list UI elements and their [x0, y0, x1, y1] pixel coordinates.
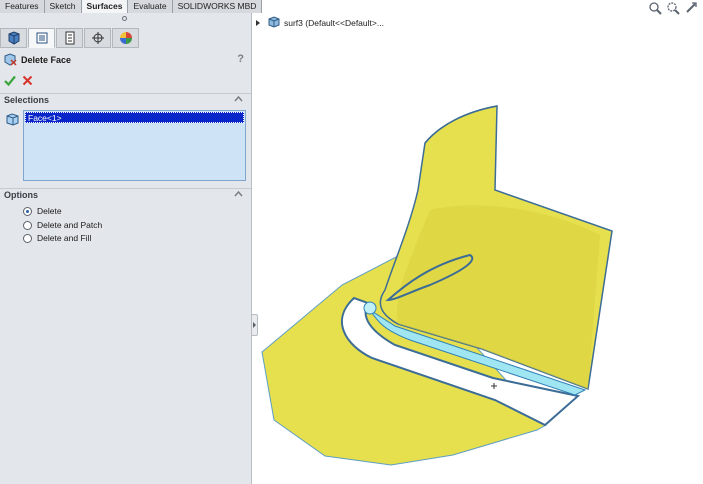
- selection-list[interactable]: Face<1>: [23, 110, 246, 181]
- face-selection-icon: [6, 113, 19, 128]
- configuration-manager-icon[interactable]: [56, 28, 83, 48]
- feature-title-row: Delete Face ?: [4, 52, 248, 68]
- ok-cancel-bar: [4, 74, 33, 88]
- chevron-up-icon[interactable]: [234, 95, 243, 105]
- radio-button[interactable]: [23, 233, 32, 243]
- solidworks-window: Features Sketch Surfaces Evaluate SOLIDW…: [0, 0, 703, 484]
- options-label: Options: [4, 190, 38, 200]
- zoom-to-fit-icon[interactable]: [648, 1, 662, 17]
- x-icon[interactable]: [22, 75, 33, 88]
- feature-manager-icon[interactable]: [0, 28, 27, 48]
- selections-section-header[interactable]: Selections: [0, 93, 251, 106]
- heads-up-view-toolbar: [648, 1, 698, 17]
- property-manager-icon[interactable]: [28, 28, 55, 48]
- collapse-handle[interactable]: [122, 16, 127, 21]
- radio-button[interactable]: [23, 220, 32, 230]
- list-item[interactable]: Face<1>: [25, 112, 244, 123]
- help-icon[interactable]: ?: [237, 53, 244, 65]
- checkmark-icon[interactable]: [4, 75, 16, 88]
- zoom-to-area-icon[interactable]: [666, 1, 680, 17]
- chevron-up-icon[interactable]: [234, 190, 243, 200]
- property-manager-panel: Features Sketch Surfaces Evaluate SOLIDW…: [0, 0, 263, 484]
- radio-delete-and-fill[interactable]: Delete and Fill: [23, 232, 91, 244]
- part-name[interactable]: surf3 (Default<<Default>...: [284, 18, 384, 28]
- tab-evaluate[interactable]: Evaluate: [128, 0, 173, 13]
- flyout-feature-tree: surf3 (Default<<Default>...: [256, 16, 384, 30]
- radio-label: Delete and Fill: [37, 233, 92, 243]
- tab-solidworks-mbd[interactable]: SOLIDWORKS MBD: [172, 0, 263, 13]
- selections-label: Selections: [4, 95, 50, 105]
- radio-delete-and-patch[interactable]: Delete and Patch: [23, 219, 102, 231]
- options-section-header[interactable]: Options: [0, 188, 251, 201]
- radio-label: Delete and Patch: [37, 220, 103, 230]
- part-icon: [268, 16, 280, 30]
- display-manager-icon[interactable]: [112, 28, 139, 48]
- tab-surfaces[interactable]: Surfaces: [81, 0, 129, 13]
- surface-model-viewport[interactable]: [256, 100, 616, 470]
- radio-label: Delete: [37, 206, 62, 216]
- selection-marker: [363, 301, 377, 315]
- tab-sketch[interactable]: Sketch: [44, 0, 82, 13]
- command-manager-tabs: Features Sketch Surfaces Evaluate SOLIDW…: [0, 0, 263, 13]
- delete-face-icon: [4, 52, 17, 68]
- tab-features[interactable]: Features: [0, 0, 45, 13]
- radio-delete[interactable]: Delete: [23, 205, 62, 217]
- previous-view-icon[interactable]: [684, 1, 698, 17]
- feature-title: Delete Face: [21, 55, 72, 65]
- radio-button[interactable]: [23, 206, 32, 216]
- expand-arrow-icon[interactable]: [256, 20, 260, 26]
- manager-tabs: [0, 28, 139, 48]
- dimxpert-manager-icon[interactable]: [84, 28, 111, 48]
